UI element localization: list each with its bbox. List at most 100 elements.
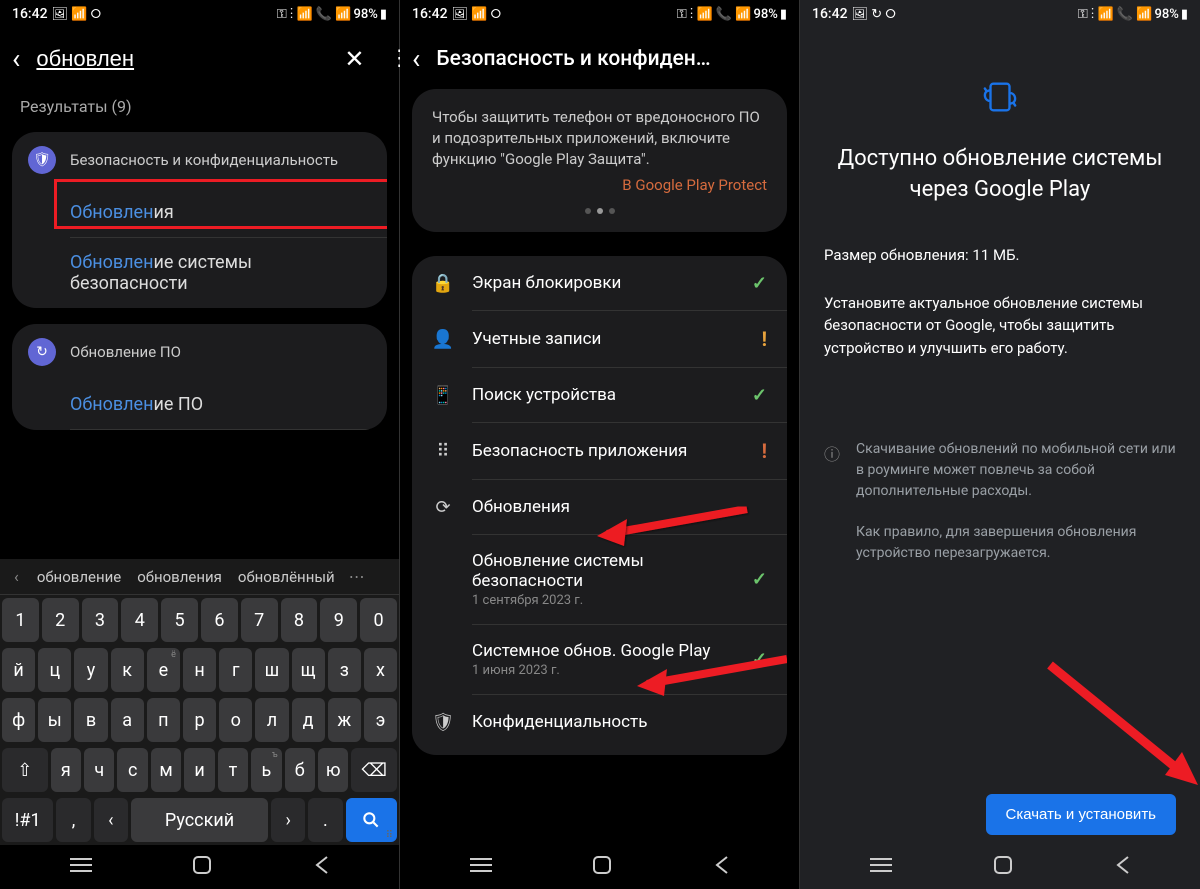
key[interactable]: 7 xyxy=(241,598,278,642)
key[interactable]: ш xyxy=(255,648,288,692)
check-icon: ✓ xyxy=(752,385,767,406)
suggestion-more-icon[interactable]: ⋯ xyxy=(343,567,371,586)
key[interactable]: п xyxy=(147,698,180,742)
key[interactable]: р xyxy=(183,698,216,742)
key[interactable]: о xyxy=(219,698,252,742)
download-install-button[interactable]: Скачать и установить xyxy=(986,794,1177,835)
nav-recents[interactable] xyxy=(870,857,892,877)
key[interactable]: х xyxy=(364,648,397,692)
result-group-header[interactable]: ↻ Обновление ПО xyxy=(12,324,387,380)
key[interactable]: щ xyxy=(292,648,325,692)
shift-key[interactable]: ⇧ xyxy=(2,748,48,792)
setting-google-play-update[interactable]: Системное обнов. Google Play 1 июня 2023… xyxy=(412,625,787,694)
lang-prev-key[interactable]: ‹ xyxy=(94,798,128,842)
key[interactable]: д xyxy=(292,698,325,742)
update-content: Доступно обновление системы через Google… xyxy=(800,28,1200,784)
suggestion-item[interactable]: обновления xyxy=(129,568,230,586)
clear-icon[interactable]: ✕ xyxy=(340,45,368,73)
letter-key[interactable]: т xyxy=(218,748,248,792)
update-size: Размер обновления: 11 МБ. xyxy=(824,246,1176,264)
setting-app-security[interactable]: ⠿ Безопасность приложения ! xyxy=(412,423,787,479)
nav-home[interactable] xyxy=(993,855,1013,879)
nav-back[interactable] xyxy=(713,855,729,879)
key[interactable]: ы xyxy=(38,698,71,742)
key[interactable]: й xyxy=(2,648,35,692)
key[interactable]: её xyxy=(147,648,180,692)
key[interactable]: 9 xyxy=(320,598,357,642)
letter-key[interactable]: ю xyxy=(318,748,348,792)
result-item-software-update[interactable]: Обновление ПО xyxy=(12,380,387,429)
result-item-updates[interactable]: Обновления xyxy=(12,188,387,237)
info-card[interactable]: Чтобы защитить телефон от вредоносного П… xyxy=(412,89,787,232)
key[interactable]: 0 xyxy=(360,598,397,642)
status-time: 16:42 xyxy=(12,6,48,22)
info-card-link[interactable]: В Google Play Protect xyxy=(432,176,767,194)
letter-key[interactable]: ч xyxy=(84,748,114,792)
setting-accounts[interactable]: 👤 Учетные записи ! xyxy=(412,311,787,367)
key[interactable]: к xyxy=(111,648,144,692)
check-icon: ✓ xyxy=(752,273,767,294)
key[interactable]: у xyxy=(74,648,107,692)
key[interactable]: г xyxy=(219,648,252,692)
letter-key[interactable]: ьъ xyxy=(251,748,281,792)
key[interactable]: н xyxy=(183,648,216,692)
system-update-icon xyxy=(824,78,1176,116)
key[interactable]: 1 xyxy=(2,598,39,642)
key[interactable]: 6 xyxy=(201,598,238,642)
key[interactable]: з xyxy=(328,648,361,692)
result-group-header[interactable]: 🛡 Безопасность и конфиденциальность xyxy=(12,132,387,188)
nav-home[interactable] xyxy=(592,855,612,879)
status-icons-left: 🖼 📶 ⭘ xyxy=(452,7,502,22)
nav-back[interactable] xyxy=(1114,855,1130,879)
key[interactable]: л xyxy=(255,698,288,742)
key[interactable]: э xyxy=(364,698,397,742)
status-bar: 16:42🖼 ↻ ⭘ ⚿ ⋮ 📶 📞 📶 98%▮ xyxy=(800,0,1200,28)
status-time: 16:42 xyxy=(412,6,448,22)
key[interactable]: ж xyxy=(328,698,361,742)
search-input[interactable] xyxy=(36,46,324,72)
setting-find-device[interactable]: 📱 Поиск устройства ✓ xyxy=(412,368,787,422)
warning-icon: ! xyxy=(762,439,767,463)
letter-key[interactable]: с xyxy=(117,748,147,792)
key[interactable]: в xyxy=(74,698,107,742)
key[interactable]: 8 xyxy=(281,598,318,642)
keyboard-toggle-icon[interactable]: ⠿ xyxy=(386,830,393,841)
key[interactable]: ц xyxy=(38,648,71,692)
key[interactable]: 3 xyxy=(82,598,119,642)
space-key[interactable]: Русский xyxy=(131,798,268,842)
key[interactable]: 5 xyxy=(161,598,198,642)
setting-updates[interactable]: ⟳ Обновления xyxy=(412,480,787,534)
letter-key[interactable]: я xyxy=(51,748,81,792)
setting-privacy[interactable]: 🛡 Конфиденциальность xyxy=(412,695,787,749)
setting-system-security-update[interactable]: Обновление системы безопасности 1 сентяб… xyxy=(412,535,787,624)
suggestion-back-icon[interactable]: ‹ xyxy=(4,567,29,586)
letter-key[interactable]: м xyxy=(151,748,181,792)
setting-lock-screen[interactable]: 🔒 Экран блокировки ✓ xyxy=(412,256,787,310)
key[interactable]: 4 xyxy=(121,598,158,642)
key[interactable]: 2 xyxy=(42,598,79,642)
nav-home[interactable] xyxy=(192,855,212,879)
letter-key[interactable]: б xyxy=(285,748,315,792)
comma-key[interactable]: , xyxy=(56,798,90,842)
back-icon[interactable]: ‹ xyxy=(412,42,420,75)
back-icon[interactable]: ‹ xyxy=(12,42,20,75)
key[interactable]: ф xyxy=(2,698,35,742)
dot xyxy=(609,208,615,214)
symbol-key[interactable]: !#1 xyxy=(2,798,53,842)
key[interactable]: а xyxy=(111,698,144,742)
period-key[interactable]: . xyxy=(308,798,342,842)
battery-pct: 98% xyxy=(753,7,777,22)
suggestion-item[interactable]: обновление xyxy=(29,568,129,586)
letter-key[interactable]: и xyxy=(184,748,214,792)
nav-bar xyxy=(400,845,799,889)
nav-recents[interactable] xyxy=(70,857,92,877)
lang-next-key[interactable]: › xyxy=(271,798,305,842)
info-card-text: Чтобы защитить телефон от вредоносного П… xyxy=(432,107,767,170)
result-group-title: Обновление ПО xyxy=(70,343,181,361)
nav-recents[interactable] xyxy=(470,857,492,877)
nav-back[interactable] xyxy=(313,855,329,879)
backspace-key[interactable]: ⌫ xyxy=(351,748,397,792)
result-item-security-update[interactable]: Обновление системы безопасности xyxy=(12,238,387,308)
suggestion-item[interactable]: обновлённый xyxy=(230,568,343,586)
check-icon: ✓ xyxy=(752,569,767,590)
